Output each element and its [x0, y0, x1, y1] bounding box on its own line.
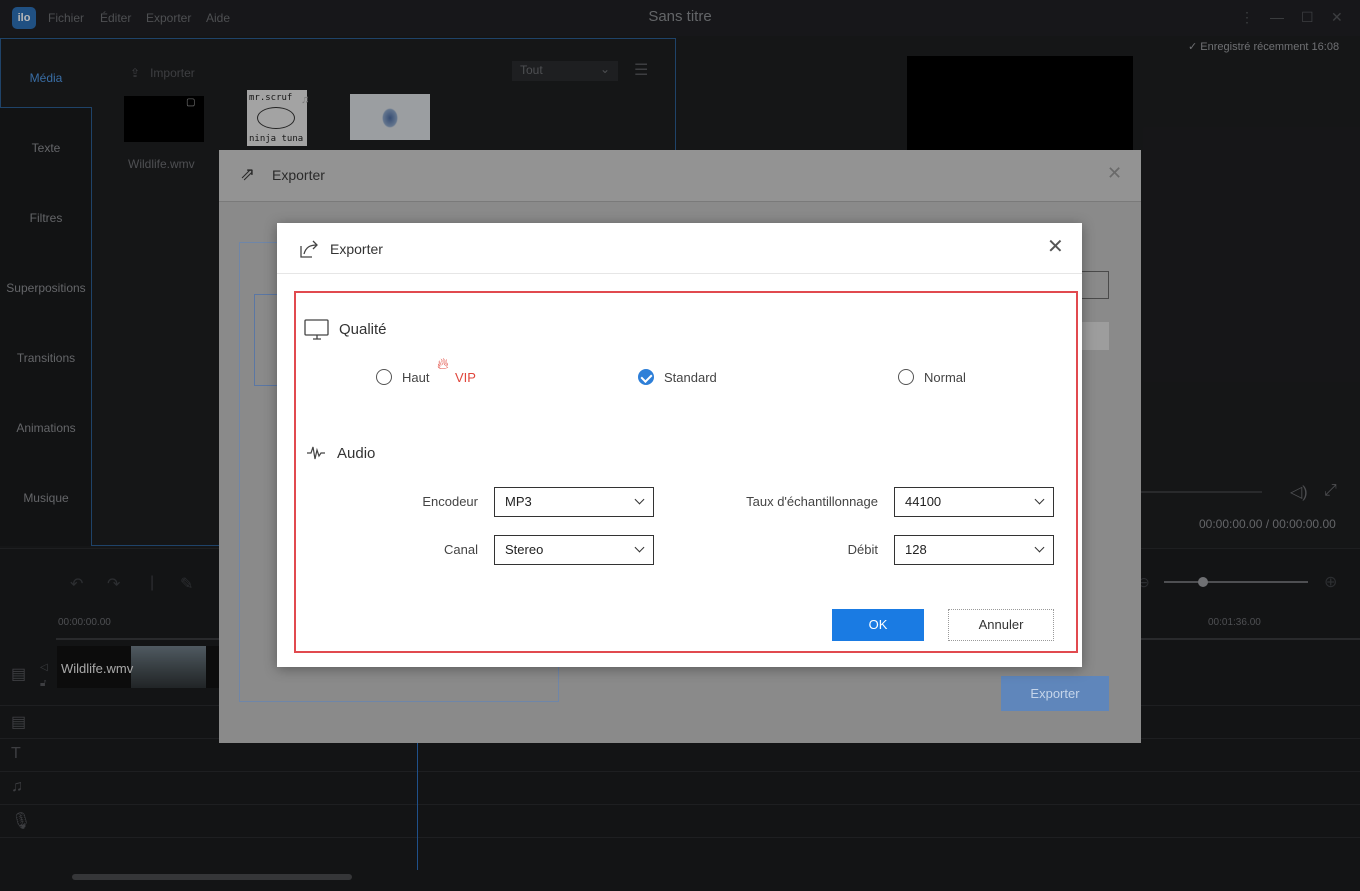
channel-value: Stereo — [505, 542, 544, 557]
chevron-down-icon — [634, 494, 645, 505]
dialog-header-divider — [277, 273, 1082, 274]
export-icon — [300, 240, 318, 258]
encoder-value: MP3 — [505, 494, 532, 509]
export-button[interactable]: Exporter — [1001, 676, 1109, 711]
chevron-down-icon — [634, 542, 645, 553]
encoder-label: Encodeur — [422, 494, 478, 509]
bitrate-select[interactable]: 128 — [894, 535, 1054, 565]
quality-radio-haut[interactable] — [376, 369, 392, 385]
chevron-down-icon — [1034, 494, 1045, 505]
quality-label-standard: Standard — [664, 370, 717, 385]
highlight-box — [294, 291, 1078, 653]
quality-label-normal: Normal — [924, 370, 966, 385]
sample-rate-label: Taux d'échantillonnage — [746, 494, 878, 509]
channel-label: Canal — [444, 542, 478, 557]
vip-badge: VIP — [455, 370, 476, 385]
cancel-button[interactable]: Annuler — [948, 609, 1054, 641]
bitrate-label: Débit — [847, 542, 878, 557]
export-icon: ⇗ — [240, 164, 256, 184]
chevron-down-icon — [1034, 542, 1045, 553]
audio-section-title: Audio — [337, 445, 376, 462]
channel-select[interactable]: Stereo — [494, 535, 654, 565]
export-dialog-back-header — [219, 150, 1141, 202]
close-icon[interactable]: ✕ — [1107, 163, 1122, 184]
ok-button[interactable]: OK — [832, 609, 924, 641]
bitrate-value: 128 — [905, 542, 927, 557]
encoder-select[interactable]: MP3 — [494, 487, 654, 517]
quality-label-haut: Haut — [402, 370, 430, 385]
quality-radio-normal[interactable] — [898, 369, 914, 385]
sample-rate-value: 44100 — [905, 494, 942, 509]
audio-wave-icon — [307, 446, 325, 460]
quality-section-title: Qualité — [339, 321, 387, 338]
fire-icon: 🔥︎ — [437, 356, 449, 373]
monitor-icon — [304, 319, 329, 340]
export-dialog-title: Exporter — [330, 241, 383, 257]
export-dialog-back-title: Exporter — [272, 167, 325, 183]
sample-rate-select[interactable]: 44100 — [894, 487, 1054, 517]
close-icon[interactable]: ✕ — [1047, 237, 1064, 257]
quality-radio-standard[interactable] — [638, 369, 654, 385]
